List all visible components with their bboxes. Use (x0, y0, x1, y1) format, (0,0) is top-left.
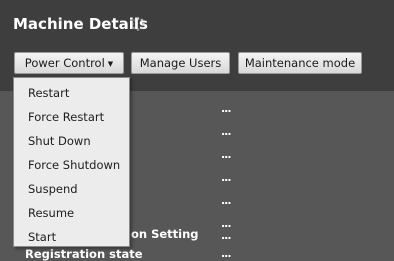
power-control-menu: Restart Force Restart Shut Down Force Sh… (13, 77, 130, 247)
detail-value: ... (221, 229, 232, 242)
menu-item-restart[interactable]: Restart (28, 86, 69, 100)
manage-users-button[interactable]: Manage Users (131, 52, 230, 74)
detail-value: ... (221, 102, 232, 115)
menu-item-suspend[interactable]: Suspend (28, 182, 78, 196)
loading-spinner-icon (131, 17, 145, 31)
power-control-button[interactable]: Power Control ▼ (14, 52, 124, 74)
detail-value: ... (221, 148, 232, 161)
menu-item-shut-down[interactable]: Shut Down (28, 134, 91, 148)
detail-value: ... (221, 217, 232, 230)
detail-label-registration-state: Registration state (25, 247, 143, 261)
detail-value: ... (221, 194, 232, 207)
menu-item-force-restart[interactable]: Force Restart (28, 110, 104, 124)
detail-value: ... (221, 125, 232, 138)
caret-down-icon: ▼ (107, 60, 114, 68)
page-title: Machine Details (13, 15, 148, 33)
power-control-label: Power Control (24, 56, 105, 70)
detail-label-setting: on Setting (131, 227, 199, 241)
menu-item-start[interactable]: Start (28, 230, 56, 244)
menu-item-force-shutdown[interactable]: Force Shutdown (28, 158, 120, 172)
menu-item-resume[interactable]: Resume (28, 206, 74, 220)
maintenance-mode-button[interactable]: Maintenance mode (238, 52, 362, 74)
detail-value: ... (221, 171, 232, 184)
